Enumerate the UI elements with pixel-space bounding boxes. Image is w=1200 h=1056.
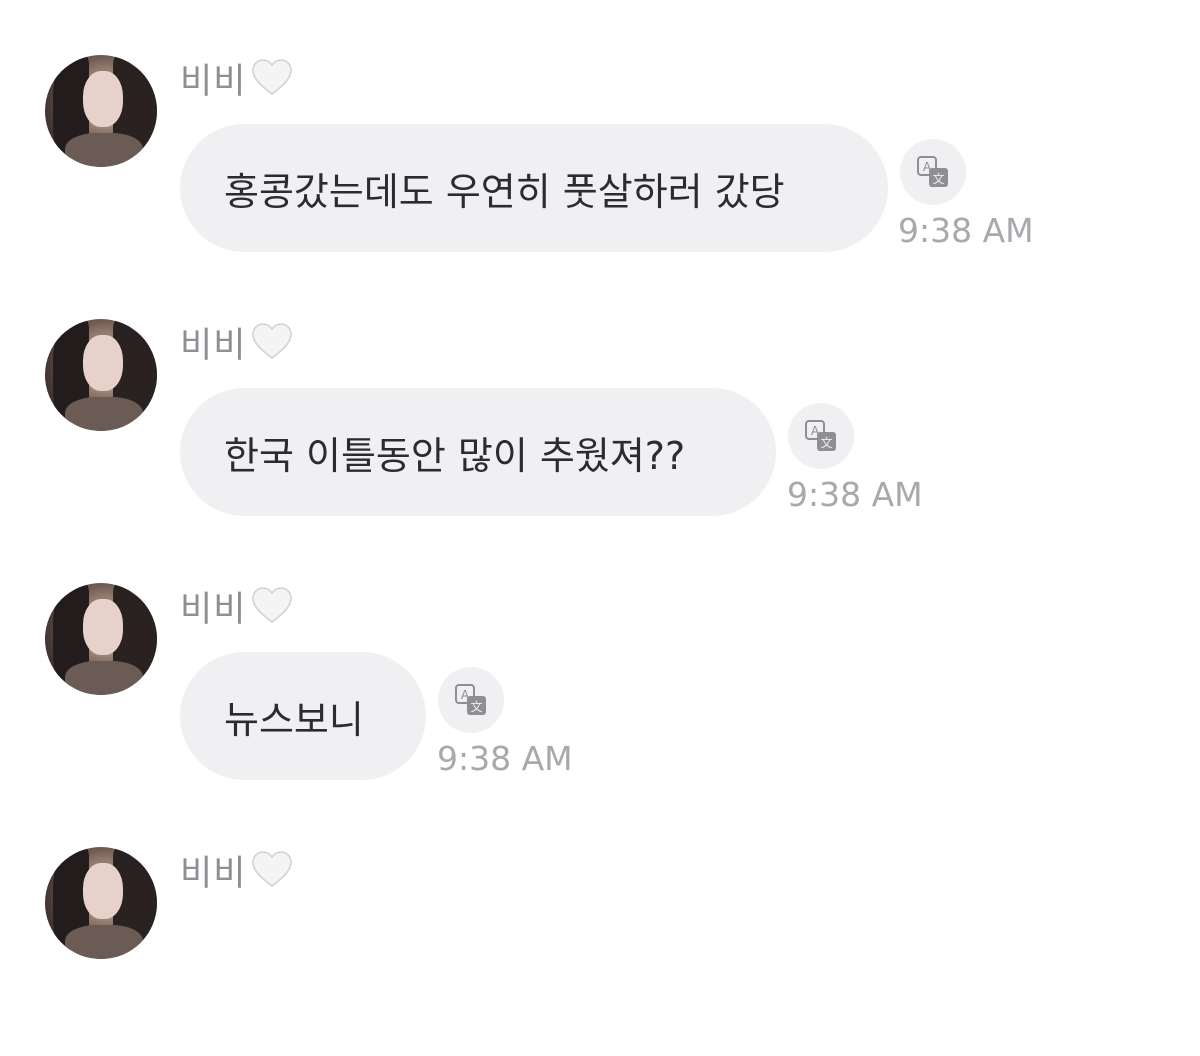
translate-icon: A 文 (917, 156, 948, 187)
chat-message: 비비 (0, 792, 1200, 1056)
sender-row: 비비 (180, 584, 294, 630)
timestamp: 9:38 AM (787, 475, 923, 514)
message-text: 한국 이틀동안 많이 추웠져?? (224, 433, 686, 478)
svg-text:文: 文 (932, 171, 944, 186)
sender-name[interactable]: 비비 (180, 53, 246, 104)
avatar[interactable] (45, 319, 157, 431)
chat-message: 비비 뉴스보니 A 文 9:38 AM (0, 528, 1200, 792)
sender-row: 비비 (180, 320, 294, 366)
sender-name[interactable]: 비비 (180, 317, 246, 368)
sender-name[interactable]: 비비 (180, 581, 246, 632)
message-text: 홍콩갔는데도 우연히 풋살하러 갔당 (224, 169, 785, 214)
translate-icon: A 文 (805, 420, 836, 451)
message-bubble[interactable]: 뉴스보니 (180, 652, 426, 780)
timestamp: 9:38 AM (437, 739, 573, 778)
message-text: 뉴스보니 (224, 697, 364, 742)
message-bubble[interactable]: 한국 이틀동안 많이 추웠져?? (180, 388, 776, 516)
translate-button[interactable]: A 文 (438, 667, 504, 733)
white-heart-icon (252, 323, 293, 359)
chat-message: 비비 홍콩갔는데도 우연히 풋살하러 갔당 A 文 9:38 AM (0, 0, 1200, 264)
translate-button[interactable]: A 文 (788, 403, 854, 469)
svg-text:文: 文 (470, 699, 482, 714)
translate-button[interactable]: A 文 (900, 139, 966, 205)
avatar[interactable] (45, 55, 157, 167)
translate-icon: A 文 (455, 684, 486, 715)
timestamp: 9:38 AM (898, 211, 1034, 250)
avatar[interactable] (45, 847, 157, 959)
message-bubble[interactable]: 홍콩갔는데도 우연히 풋살하러 갔당 (180, 124, 888, 252)
sender-row: 비비 (180, 848, 294, 894)
svg-text:文: 文 (820, 435, 832, 450)
sender-name[interactable]: 비비 (180, 845, 246, 896)
white-heart-icon (252, 851, 293, 887)
white-heart-icon (252, 587, 293, 623)
sender-row: 비비 (180, 56, 294, 102)
avatar[interactable] (45, 583, 157, 695)
chat-message: 비비 한국 이틀동안 많이 추웠져?? A 文 9:38 AM (0, 264, 1200, 528)
white-heart-icon (252, 59, 293, 95)
